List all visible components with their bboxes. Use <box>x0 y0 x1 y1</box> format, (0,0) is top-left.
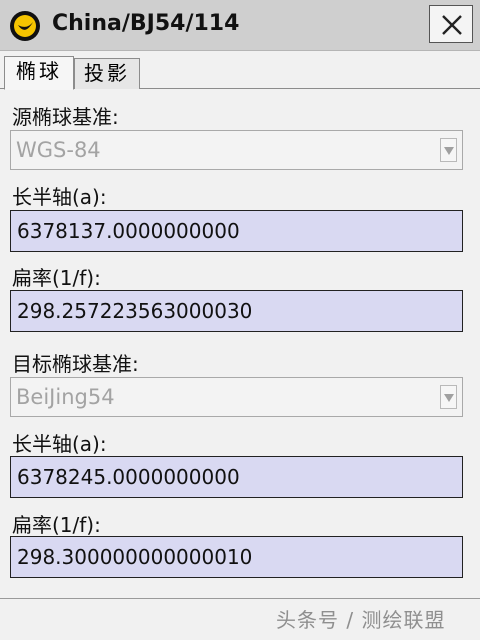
target-datum-label: 目标椭球基准: <box>12 352 139 376</box>
window-title: China/BJ54/114 <box>52 11 240 36</box>
dropdown-arrow-icon[interactable] <box>440 385 457 409</box>
source-semi-major-field[interactable]: 6378137.0000000000 <box>10 210 463 252</box>
source-flattening-value: 298.257223563000030 <box>17 299 253 323</box>
target-flattening-value: 298.300000000000010 <box>17 545 253 569</box>
source-semi-major-value: 6378137.0000000000 <box>17 219 240 243</box>
target-flattening-label: 扁率(1/f): <box>12 513 101 537</box>
watermark-text: 头条号 / 测绘联盟 <box>276 608 446 632</box>
source-datum-label: 源椭球基准: <box>12 105 119 129</box>
tab-projection[interactable]: 投影 <box>74 58 140 89</box>
dialog-bottom-border <box>0 598 480 599</box>
source-flattening-label: 扁率(1/f): <box>12 266 101 290</box>
tab-ellipsoid[interactable]: 椭球 <box>4 56 74 90</box>
target-semi-major-field[interactable]: 6378245.0000000000 <box>10 456 463 498</box>
app-icon <box>9 10 41 42</box>
source-flattening-field[interactable]: 298.257223563000030 <box>10 290 463 332</box>
source-semi-major-label: 长半轴(a): <box>12 185 107 209</box>
source-datum-value: WGS-84 <box>16 138 101 162</box>
close-button[interactable] <box>429 5 473 43</box>
target-semi-major-label: 长半轴(a): <box>12 432 107 456</box>
target-semi-major-value: 6378245.0000000000 <box>17 465 240 489</box>
dropdown-arrow-icon[interactable] <box>440 138 457 162</box>
target-datum-select[interactable]: BeiJing54 <box>10 377 463 417</box>
target-datum-value: BeiJing54 <box>16 385 115 409</box>
title-bar: China/BJ54/114 <box>0 0 480 51</box>
target-flattening-field[interactable]: 298.300000000000010 <box>10 536 463 578</box>
source-datum-select[interactable]: WGS-84 <box>10 130 463 170</box>
